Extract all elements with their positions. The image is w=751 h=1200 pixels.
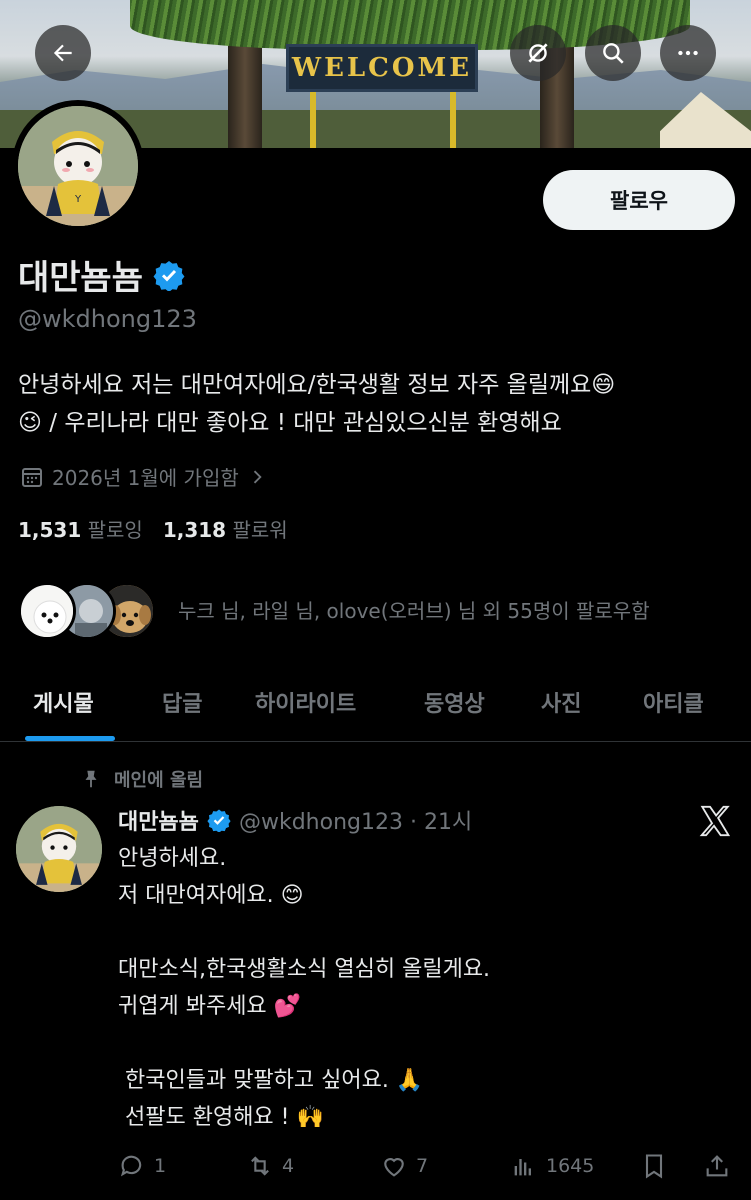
plush-doll-image: [16, 806, 102, 892]
grok-button[interactable]: [510, 25, 566, 81]
repost-icon: [251, 1156, 269, 1176]
profile-bio: 안녕하세요 저는 대만여자에요/한국생활 정보 자주 올릴께요😄 😉 / 우리나…: [18, 366, 733, 442]
joined-date[interactable]: 2026년 1월에 가입함: [20, 462, 267, 491]
welcome-sign: WELCOME: [286, 44, 478, 92]
share-button[interactable]: [703, 1152, 731, 1180]
search-button[interactable]: [585, 25, 641, 81]
more-icon: [678, 50, 698, 56]
svg-text:Y: Y: [74, 194, 82, 205]
pinned-indicator: 메인에 올림: [80, 766, 203, 792]
like-count: 7: [416, 1155, 429, 1177]
bookmark-button[interactable]: [640, 1152, 668, 1180]
chevron-right-icon: [253, 470, 262, 483]
post-actions: 1 4 7 1645: [0, 1148, 751, 1188]
followers-count: 1,318: [162, 518, 227, 542]
reply-button[interactable]: 1: [118, 1152, 166, 1180]
banner-tree-trunk: [228, 40, 262, 148]
x-logo-icon[interactable]: [698, 804, 732, 838]
following-count: 1,531: [18, 518, 82, 542]
profile-handle: @wkdhong123: [18, 305, 197, 333]
heart-icon: [384, 1158, 404, 1177]
bio-line: 안녕하세요 저는 대만여자에요/한국생활 정보 자주 올릴께요😄: [18, 372, 616, 398]
tab-replies[interactable]: 답글: [162, 686, 202, 718]
tab-articles[interactable]: 아티클: [643, 686, 704, 718]
arrow-left-icon: [53, 44, 72, 62]
views-button[interactable]: 1645: [510, 1152, 594, 1180]
pinned-label: 메인에 올림: [114, 770, 204, 791]
more-button[interactable]: [660, 25, 716, 81]
profile-tabs: 게시물 답글 하이라이트 동영상 사진 아티클: [0, 668, 751, 742]
bio-line: 😉 / 우리나라 대만 좋아요 ! 대만 관심있으신분 환영해요: [18, 410, 562, 436]
repost-button[interactable]: 4: [246, 1152, 294, 1180]
joined-text: 2026년 1월에 가입함: [52, 466, 239, 490]
repost-count: 4: [282, 1155, 295, 1177]
profile-avatar[interactable]: Y: [12, 100, 144, 232]
calendar-icon: [22, 467, 42, 487]
follow-button[interactable]: 팔로우: [543, 170, 735, 230]
followers-stat[interactable]: 1,318 팔로워: [163, 514, 288, 543]
sign-post: [310, 92, 316, 148]
post-author-name[interactable]: 대만뇸뇸: [118, 804, 199, 836]
pin-icon: [85, 770, 97, 788]
following-stat[interactable]: 1,531 팔로잉: [18, 514, 143, 543]
verified-badge-icon: [207, 809, 231, 832]
tab-photos[interactable]: 사진: [541, 686, 581, 718]
post-handle-time[interactable]: @wkdhong123 · 21시: [239, 804, 472, 836]
display-name: 대만뇸뇸: [18, 258, 144, 298]
bookmark-icon: [645, 1154, 663, 1179]
display-name-row: 대만뇸뇸: [18, 250, 185, 299]
following-label: 팔로잉: [87, 518, 143, 542]
view-count: 1645: [546, 1155, 595, 1177]
reply-icon: [120, 1155, 142, 1177]
active-tab-indicator: [25, 736, 115, 741]
followed-by-avatars[interactable]: [18, 582, 156, 640]
search-icon: [603, 43, 624, 64]
post-header: 대만뇸뇸 @wkdhong123 · 21시: [118, 804, 472, 836]
back-button[interactable]: [35, 25, 91, 81]
reply-count: 1: [154, 1155, 167, 1177]
grok-icon: [528, 43, 548, 63]
post-author-avatar[interactable]: [16, 806, 102, 892]
tab-highlights[interactable]: 하이라이트: [255, 686, 356, 718]
like-button[interactable]: 7: [380, 1152, 428, 1180]
tab-videos[interactable]: 동영상: [424, 686, 485, 718]
plush-doll-image: Y: [18, 106, 138, 226]
analytics-icon: [514, 1159, 531, 1176]
post-text: 안녕하세요. 저 대만여자에요. 😊 대만소식,한국생활소식 열심히 올릴게요.…: [118, 846, 491, 1130]
follow-stats: 1,531 팔로잉 1,318 팔로워: [18, 514, 288, 543]
followers-label: 팔로워: [232, 518, 288, 542]
share-icon: [706, 1155, 728, 1177]
tab-posts[interactable]: 게시물: [33, 686, 94, 718]
sign-post: [450, 92, 456, 148]
avatar: [18, 582, 76, 640]
followed-by-text[interactable]: 누크 님, 라일 님, olove(오러브) 님 외 55명이 팔로우함: [178, 595, 650, 624]
verified-badge-icon: [153, 260, 185, 291]
